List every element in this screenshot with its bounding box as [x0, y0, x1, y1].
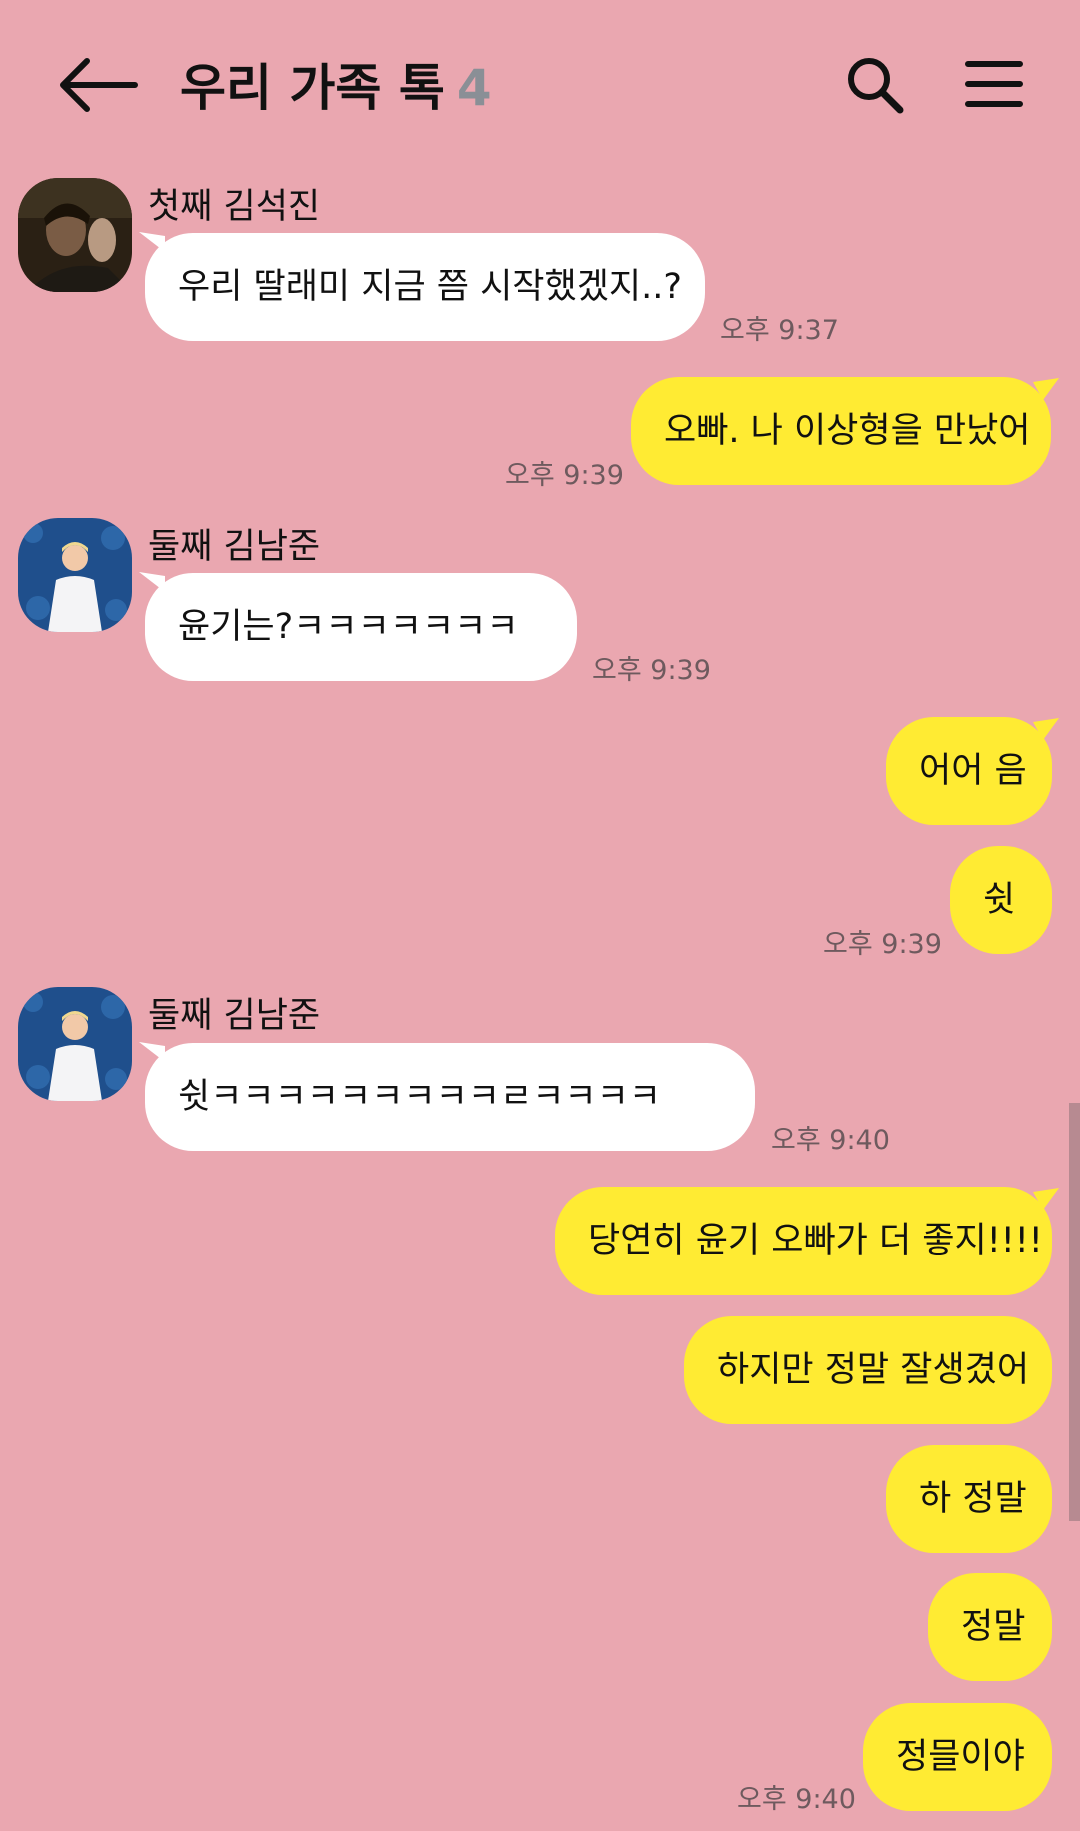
message-bubble[interactable]: 정믈이야	[863, 1703, 1052, 1811]
message-bubble[interactable]: 정말	[928, 1573, 1052, 1681]
message-bubble[interactable]: 어어 음	[886, 717, 1052, 825]
search-button[interactable]	[845, 55, 905, 115]
profile-photo	[18, 178, 132, 292]
message-time: 오후 9:39	[505, 460, 624, 491]
message-time: 오후 9:40	[771, 1125, 890, 1156]
sender-name: 둘째 김남준	[148, 996, 321, 1036]
hamburger-menu-icon	[965, 61, 1023, 107]
message-bubble[interactable]: 쉿	[950, 846, 1052, 954]
message-bubble[interactable]: 하지만 정말 잘생겼어	[684, 1316, 1052, 1424]
message-time: 오후 9:40	[737, 1784, 856, 1815]
member-count: 4	[456, 59, 492, 117]
menu-button[interactable]	[965, 60, 1023, 108]
message-bubble[interactable]: 당연히 윤기 오빠가 더 좋지!!!!	[555, 1187, 1052, 1295]
chat-scrollbar[interactable]	[1069, 1103, 1080, 1521]
bubble-tail	[1033, 718, 1059, 740]
sender-name: 둘째 김남준	[148, 527, 321, 567]
message-time: 오후 9:39	[592, 655, 711, 686]
chat-title: 우리 가족 톡4	[180, 48, 492, 120]
message-bubble[interactable]: 윤기는?ㅋㅋㅋㅋㅋㅋㅋ	[145, 573, 577, 681]
message-bubble[interactable]: 쉿ㅋㅋㅋㅋㅋㅋㅋㅋㅋㄹㅋㅋㅋㅋ	[145, 1043, 755, 1151]
message-bubble[interactable]: 오빠. 나 이상형을 만났어	[631, 377, 1051, 485]
avatar-sender-second[interactable]	[18, 518, 132, 632]
arrow-left-icon	[60, 58, 138, 112]
back-button[interactable]	[55, 55, 145, 115]
profile-photo	[18, 518, 132, 632]
sender-name: 첫째 김석진	[148, 187, 321, 227]
search-icon	[848, 58, 904, 114]
bubble-tail	[1033, 378, 1059, 400]
profile-photo	[18, 987, 132, 1101]
chat-room-name: 우리 가족 톡	[180, 59, 445, 117]
message-time: 오후 9:39	[823, 929, 942, 960]
bubble-tail	[1033, 1188, 1059, 1210]
avatar-sender-second[interactable]	[18, 987, 132, 1101]
message-bubble[interactable]: 우리 딸래미 지금 쯤 시작했겠지..?	[145, 233, 705, 341]
message-time: 오후 9:37	[720, 315, 839, 346]
message-bubble[interactable]: 하 정말	[886, 1445, 1052, 1553]
chat-header: 우리 가족 톡4	[0, 0, 1080, 170]
avatar-sender-first[interactable]	[18, 178, 132, 292]
